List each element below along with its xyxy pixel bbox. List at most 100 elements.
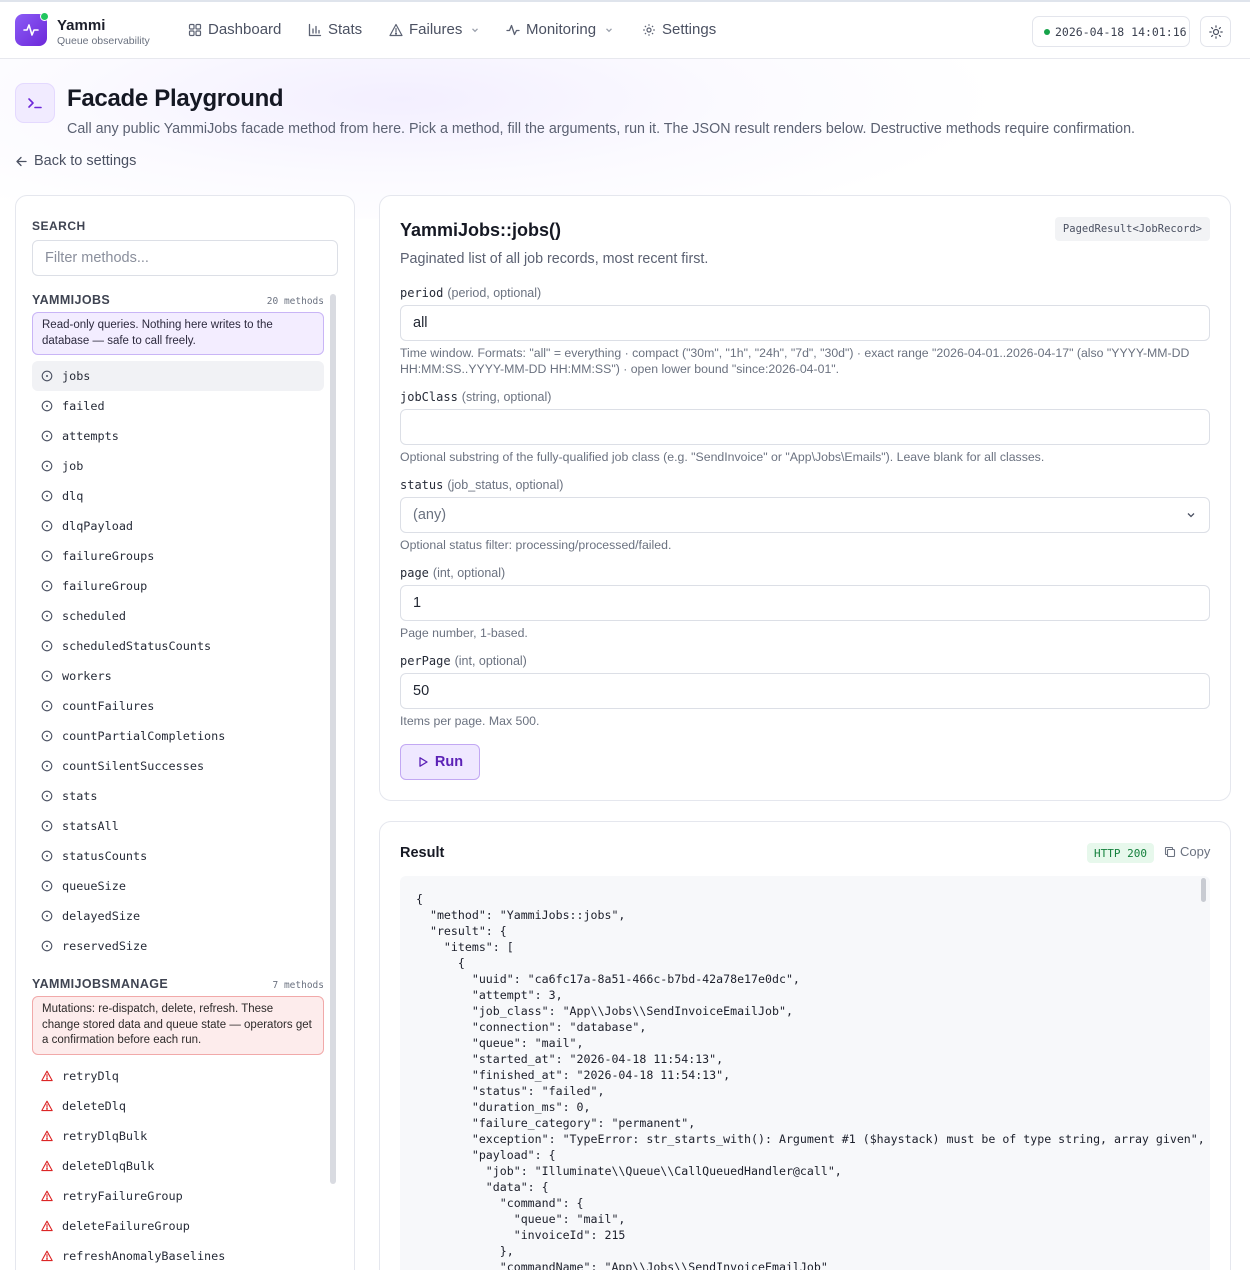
field-label-page: page (int, optional)	[400, 566, 505, 580]
grid-icon	[188, 23, 202, 36]
method-item-stats[interactable]: stats	[32, 781, 324, 811]
group-header-yammijobsmanage: YAMMIJOBSMANAGE 7 methods	[32, 977, 324, 991]
method-item-label: failed	[62, 399, 105, 413]
method-item-statsAll[interactable]: statsAll	[32, 811, 324, 841]
warning-icon	[41, 1190, 53, 1202]
circle-dot-icon	[41, 940, 53, 952]
json-line: "finished_at": "2026-04-18 11:54:13",	[416, 1068, 731, 1082]
status-help: Optional status filter: processing/proce…	[400, 538, 672, 552]
method-item-countFailures[interactable]: countFailures	[32, 691, 324, 721]
method-item-failureGroup[interactable]: failureGroup	[32, 571, 324, 601]
method-item-reservedSize[interactable]: reservedSize	[32, 931, 324, 961]
group-count: 20 methods	[266, 296, 324, 307]
method-item-deleteFailureGroup[interactable]: deleteFailureGroup	[32, 1211, 324, 1241]
method-item-label: deleteDlqBulk	[62, 1159, 155, 1173]
json-scrollbar[interactable]	[1201, 878, 1206, 902]
jobclass-input[interactable]	[400, 409, 1210, 445]
method-item-retryFailureGroup[interactable]: retryFailureGroup	[32, 1181, 324, 1211]
warning-icon	[41, 1130, 53, 1142]
json-line: "data": {	[416, 1180, 549, 1194]
copy-button[interactable]: Copy	[1164, 844, 1210, 859]
nav-stats[interactable]: Stats	[308, 21, 362, 38]
method-item-countSilentSuccesses[interactable]: countSilentSuccesses	[32, 751, 324, 781]
circle-dot-icon	[41, 850, 53, 862]
method-item-workers[interactable]: workers	[32, 661, 324, 691]
field-meta: (period, optional)	[447, 286, 542, 300]
gear-icon	[643, 23, 655, 36]
circle-dot-icon	[41, 700, 53, 712]
method-item-scheduledStatusCounts[interactable]: scheduledStatusCounts	[32, 631, 324, 661]
warning-icon	[41, 1100, 53, 1112]
method-item-failureGroups[interactable]: failureGroups	[32, 541, 324, 571]
sidebar-scrollbar[interactable]	[330, 294, 336, 1184]
back-to-settings-link[interactable]: Back to settings	[15, 153, 136, 169]
method-item-label: failureGroups	[62, 549, 155, 563]
json-line: },	[416, 1244, 514, 1258]
clock-time: 2026-04-18 14:01:16	[1055, 24, 1187, 39]
circle-dot-icon	[41, 520, 53, 532]
circle-dot-icon	[41, 880, 53, 892]
jobclass-help: Optional substring of the fully-qualifie…	[400, 450, 1045, 464]
run-button-label: Run	[434, 754, 464, 770]
http-status-badge: HTTP 200	[1087, 843, 1154, 863]
app-name: Yammi	[57, 17, 106, 34]
manage-method-list: retryDlq deleteDlq retryDlqBulk deleteDlqBu…	[32, 1061, 324, 1270]
method-item-failed[interactable]: failed	[32, 391, 324, 421]
method-item-scheduled[interactable]: scheduled	[32, 601, 324, 631]
json-line: "connection": "database",	[416, 1020, 647, 1034]
json-line: "uuid": "ca6fc17a-8a51-466c-b7bd-42a78e1…	[416, 972, 800, 986]
method-item-refreshAnomalyBaselines[interactable]: refreshAnomalyBaselines	[32, 1241, 324, 1270]
nav-dashboard-label: Dashboard	[208, 21, 282, 38]
nav-settings-label: Settings	[662, 21, 717, 38]
period-input[interactable]: all	[400, 305, 1210, 341]
field-label-perpage: perPage (int, optional)	[400, 654, 527, 668]
arrow-left-icon	[16, 156, 27, 166]
method-item-label: queueSize	[62, 879, 126, 893]
method-item-deleteDlq[interactable]: deleteDlq	[32, 1091, 324, 1121]
method-item-deleteDlqBulk[interactable]: deleteDlqBulk	[32, 1151, 324, 1181]
terminal-icon	[28, 98, 42, 109]
chevron-down-icon	[606, 27, 613, 32]
method-item-retryDlq[interactable]: retryDlq	[32, 1061, 324, 1091]
method-item-statusCounts[interactable]: statusCounts	[32, 841, 324, 871]
method-item-label: attempts	[62, 429, 119, 443]
sun-icon	[1208, 24, 1223, 39]
method-item-dlq[interactable]: dlq	[32, 481, 324, 511]
circle-dot-icon	[41, 460, 53, 472]
group-header-yammijobs: YAMMIJOBS 20 methods	[32, 293, 324, 307]
perpage-input[interactable]: 50	[400, 673, 1210, 709]
method-item-dlqPayload[interactable]: dlqPayload	[32, 511, 324, 541]
method-item-attempts[interactable]: attempts	[32, 421, 324, 451]
circle-dot-icon	[41, 580, 53, 592]
json-line: "items": [	[416, 940, 514, 954]
method-description: Paginated list of all job records, most …	[400, 251, 709, 267]
nav-dashboard[interactable]: Dashboard	[188, 21, 281, 38]
method-item-countPartialCompletions[interactable]: countPartialCompletions	[32, 721, 324, 751]
json-line: "result": {	[416, 924, 507, 938]
theme-toggle-button[interactable]	[1200, 16, 1231, 47]
field-label-jobclass: jobClass (string, optional)	[400, 390, 551, 404]
field-label-status: status (job_status, optional)	[400, 478, 563, 492]
json-line: {	[416, 956, 465, 970]
activity-icon	[506, 24, 520, 35]
nav-settings[interactable]: Settings	[642, 21, 716, 38]
result-title: Result	[400, 845, 445, 861]
method-search-input[interactable]	[32, 240, 338, 276]
nav-monitoring[interactable]: Monitoring	[506, 21, 614, 38]
method-item-jobs[interactable]: jobs	[32, 361, 324, 391]
copy-label: Copy	[1180, 844, 1211, 859]
method-item-job[interactable]: job	[32, 451, 324, 481]
run-button[interactable]: Run	[400, 744, 480, 780]
method-item-delayedSize[interactable]: delayedSize	[32, 901, 324, 931]
period-help: Time window. Formats: "all" = everything…	[400, 346, 1190, 376]
json-output[interactable]: { "method": "YammiJobs::jobs", "result":…	[400, 876, 1210, 1270]
page-input[interactable]: 1	[400, 585, 1210, 621]
nav-failures[interactable]: Failures	[389, 21, 480, 38]
method-item-retryDlqBulk[interactable]: retryDlqBulk	[32, 1121, 324, 1151]
method-item-label: delayedSize	[62, 909, 141, 923]
method-item-queueSize[interactable]: queueSize	[32, 871, 324, 901]
status-select[interactable]: (any)	[400, 497, 1210, 533]
json-line: "commandName": "App\\Jobs\\SendInvoiceEm…	[416, 1260, 828, 1270]
group-title: YAMMIJOBS	[32, 293, 111, 307]
circle-dot-icon	[41, 400, 53, 412]
